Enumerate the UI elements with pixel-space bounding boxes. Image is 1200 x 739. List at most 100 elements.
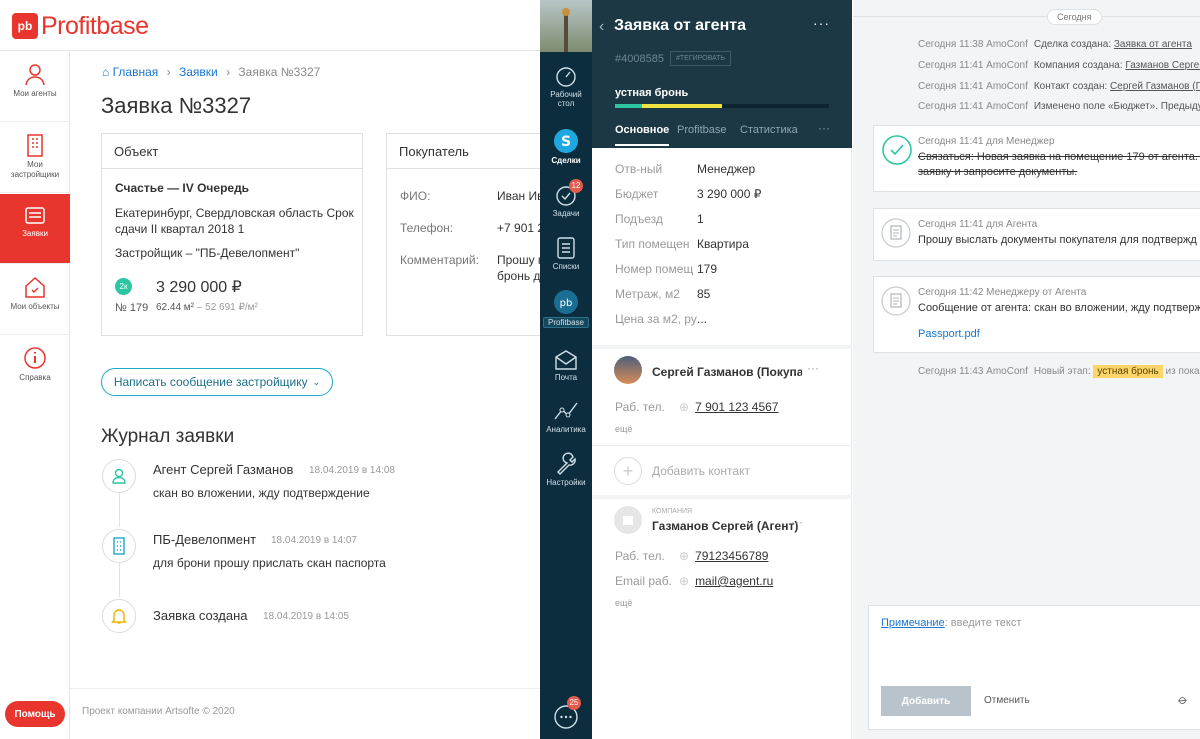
- sidebar-item-requests[interactable]: Заявки: [0, 194, 70, 264]
- add-contact-icon[interactable]: +: [614, 457, 642, 485]
- nav-analytics[interactable]: Аналитика: [540, 399, 592, 434]
- event-link[interactable]: Сергей Газманов (Пок: [1110, 81, 1200, 92]
- list-icon: [557, 237, 575, 259]
- tab-statistics[interactable]: Статистика: [740, 124, 798, 136]
- journal-entry-date: 18.04.2019 в 14:05: [263, 611, 349, 622]
- timeline-connector: [119, 563, 120, 597]
- add-note-button[interactable]: Добавить: [881, 686, 971, 716]
- event-meta: Сегодня 11:41 AmoConf: [918, 101, 1028, 112]
- check-circle-icon[interactable]: [881, 134, 913, 166]
- add-contact-button[interactable]: Добавить контакт: [652, 464, 750, 478]
- plus-icon[interactable]: ⊕: [679, 574, 689, 588]
- field-row[interactable]: Отв-ный Менеджер: [615, 162, 755, 176]
- nav-deals[interactable]: S Сделки: [540, 128, 592, 165]
- more-icon[interactable]: ···: [813, 15, 830, 31]
- nav-label: стол: [557, 99, 575, 108]
- sidebar-item-objects[interactable]: Мои объекты: [0, 265, 70, 335]
- breadcrumb-home[interactable]: Главная: [113, 65, 159, 79]
- nav-settings[interactable]: Настройки: [540, 452, 592, 487]
- company-more-link[interactable]: ещё: [615, 598, 632, 608]
- company-avatar[interactable]: [614, 506, 642, 534]
- timeline-dot: [102, 599, 136, 633]
- event-text: Компания создана:: [1033, 60, 1126, 71]
- back-icon[interactable]: ‹: [599, 18, 604, 36]
- rooms-badge: 2к: [115, 278, 132, 295]
- nav-dashboard[interactable]: Рабочий стол: [540, 66, 592, 108]
- field-row[interactable]: Номер помещ 179: [615, 262, 717, 276]
- section-divider: [592, 445, 852, 446]
- contact-more-link[interactable]: ещё: [615, 424, 632, 434]
- user-icon: [112, 468, 126, 484]
- timeline-dot: [102, 459, 136, 493]
- event-link[interactable]: Заявка от агента: [1114, 39, 1192, 50]
- note-icon: [881, 218, 911, 248]
- sidebar-item-agents[interactable]: Мои агенты: [0, 52, 70, 122]
- tag-button[interactable]: #ТЕГИРОВАТЬ: [670, 51, 732, 66]
- nav-label: Аналитика: [546, 425, 586, 434]
- field-row[interactable]: Цена за м2, ру...: [615, 312, 707, 326]
- help-button[interactable]: Помощь: [5, 701, 65, 727]
- field-row[interactable]: Бюджет 3 290 000 ₽: [615, 187, 761, 201]
- event-link[interactable]: Газманов Сергей (А: [1125, 60, 1200, 71]
- breadcrumb-requests[interactable]: Заявки: [179, 65, 218, 79]
- note-meta: Сегодня 11:42 Менеджеру от Агента: [918, 287, 1087, 298]
- feed-event: Сегодня 11:41 AmoConf Компания создана: Г…: [918, 60, 1200, 71]
- write-developer-button[interactable]: Написать сообщение застройщику ⌄: [101, 368, 333, 396]
- avatar[interactable]: [540, 0, 592, 52]
- note-input[interactable]: Примечание: введите текст: [881, 617, 1021, 629]
- contact-phone[interactable]: 7 901 123 4567: [695, 400, 778, 414]
- task-card[interactable]: Сегодня 11:41 для Менеджер Связаться: Но…: [873, 125, 1200, 192]
- object-card: Объект Счастье — IV Очередь Екатеринбург…: [101, 133, 363, 336]
- company-email[interactable]: mail@agent.ru: [695, 574, 773, 588]
- task-text-line1: Связаться: Новая заявка на помещение 179…: [918, 151, 1200, 163]
- tabs-more-icon[interactable]: ···: [818, 121, 830, 135]
- buyer-card-title: Покупатель: [387, 134, 561, 169]
- building-icon: [113, 537, 125, 555]
- field-label: Номер помещ: [615, 262, 694, 276]
- sidebar-item-help[interactable]: Справка: [0, 336, 70, 406]
- nav-label: Почта: [554, 373, 578, 382]
- tower-photo-icon: [562, 8, 570, 52]
- footer-copyright: Проект компании Artsofte © 2020: [82, 706, 235, 717]
- profitbase-app: pb Profitbase Мои агенты Мои застройщики…: [0, 0, 561, 739]
- company-icon: [623, 516, 633, 525]
- section-divider: [592, 495, 852, 499]
- plus-icon[interactable]: ⊕: [679, 549, 689, 563]
- journal-entry-title: Заявка создана: [153, 608, 248, 623]
- field-row[interactable]: Метраж, м2 85: [615, 287, 710, 301]
- field-row[interactable]: Тип помещен Квартира: [615, 237, 749, 251]
- nav-lists[interactable]: Списки: [540, 236, 592, 271]
- attachment-link[interactable]: Passport.pdf: [918, 328, 980, 340]
- note-card[interactable]: Сегодня 11:42 Менеджеру от Агента Сообще…: [873, 276, 1200, 353]
- object-area-price: 62.44 м² – 52 691 ₽/м²: [156, 302, 258, 313]
- contact-name[interactable]: Сергей Газманов (Покупате.: [652, 365, 802, 379]
- feed-event: Сегодня 11:38 AmoConf Сделка создана: Зая…: [918, 39, 1192, 50]
- nav-mail[interactable]: Почта: [540, 349, 592, 382]
- svg-text:pb: pb: [560, 298, 573, 309]
- tab-profitbase[interactable]: Profitbase: [677, 124, 727, 136]
- contact-avatar[interactable]: [614, 356, 642, 384]
- object-name: Счастье — IV Очередь: [115, 181, 250, 195]
- field-row[interactable]: Подъезд 1: [615, 212, 704, 226]
- nav-tasks[interactable]: Задачи 12: [540, 179, 592, 218]
- plus-icon[interactable]: ⊕: [679, 400, 689, 414]
- profitbase-logo[interactable]: pb Profitbase: [12, 12, 149, 40]
- nav-profitbase[interactable]: pb Profitbase: [540, 289, 592, 328]
- company-phone[interactable]: 79123456789: [695, 549, 768, 563]
- sidebar-item-developers[interactable]: Мои застройщики: [0, 123, 70, 193]
- company-more-icon[interactable]: ···: [791, 515, 803, 529]
- buyer-comment-line1: Прошу п: [497, 253, 545, 267]
- chat-button[interactable]: 25: [553, 696, 581, 735]
- note-composer[interactable]: Примечание: введите текст Добавить Отмен…: [868, 605, 1200, 730]
- buyer-fio: Иван Ив: [497, 189, 544, 203]
- deal-stage[interactable]: устная бронь: [615, 87, 688, 99]
- cancel-button[interactable]: Отменить: [984, 695, 1030, 706]
- contact-more-icon[interactable]: ···: [807, 361, 819, 375]
- phone-label: Раб. тел.: [615, 549, 665, 563]
- paperclip-icon[interactable]: ⌀: [1175, 691, 1191, 708]
- note-type-link[interactable]: Примечание: [881, 617, 945, 629]
- tab-main[interactable]: Основное: [615, 124, 670, 146]
- deal-title[interactable]: Заявка от агента: [614, 17, 746, 35]
- company-name[interactable]: Газманов Сергей (Агент): [652, 519, 798, 533]
- note-card[interactable]: Сегодня 11:41 для Агента Прошу выслать д…: [873, 208, 1200, 261]
